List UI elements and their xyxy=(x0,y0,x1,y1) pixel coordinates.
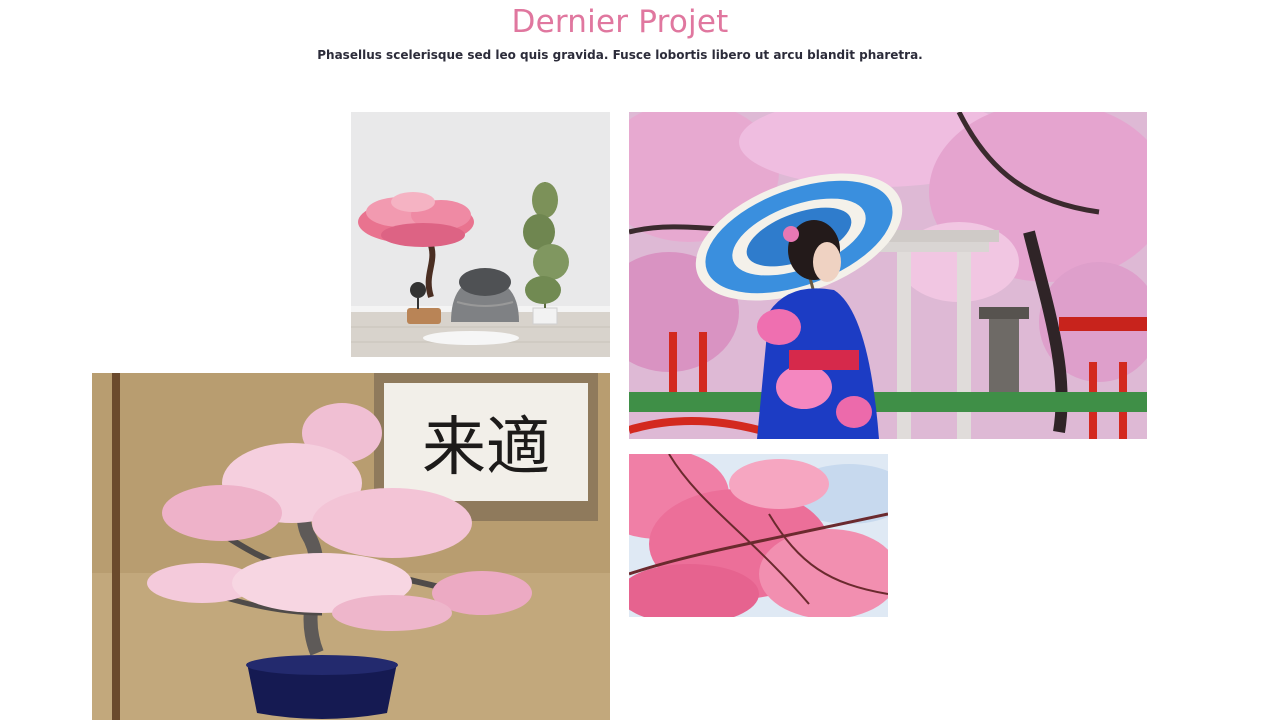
gallery-image-cherry-blossom-branches[interactable] xyxy=(629,454,888,617)
bonsai-room-picture xyxy=(351,112,610,357)
kimono-umbrella-picture xyxy=(629,112,1147,439)
gallery-image-kimono-umbrella[interactable] xyxy=(629,112,1147,439)
gallery-image-bonsai-calligraphy[interactable]: 来適 xyxy=(92,373,610,720)
bonsai-calligraphy-picture: 来適 xyxy=(92,373,610,720)
section-title: Dernier Projet xyxy=(511,4,729,40)
calligraphy-text: 来適 xyxy=(422,411,550,485)
section-subtitle: Phasellus scelerisque sed leo quis gravi… xyxy=(317,48,923,62)
gallery-image-bonsai-room[interactable] xyxy=(351,112,610,357)
cherry-blossom-branches-picture xyxy=(629,454,888,617)
